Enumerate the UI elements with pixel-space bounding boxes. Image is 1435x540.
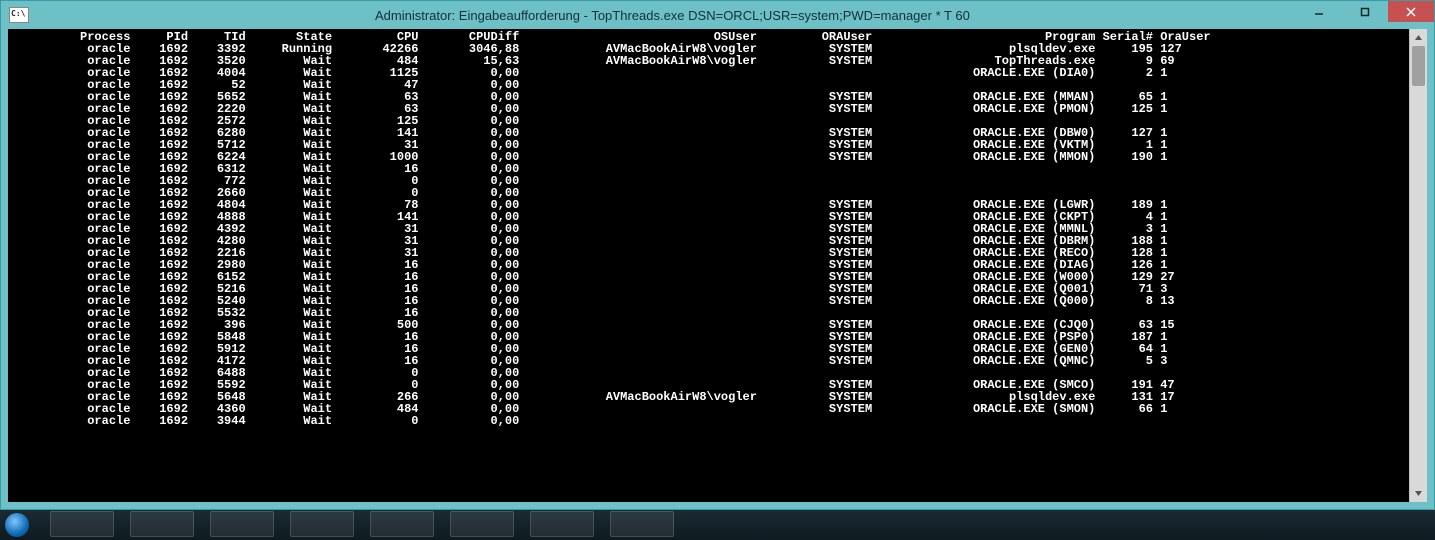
maximize-button[interactable] bbox=[1342, 1, 1388, 22]
taskbar-item[interactable] bbox=[370, 511, 434, 537]
start-button[interactable] bbox=[5, 513, 29, 537]
table-row: oracle 1692 3944 Wait 0 0,00 bbox=[8, 415, 1409, 427]
scroll-thumb[interactable] bbox=[1412, 46, 1425, 86]
taskbar-item[interactable] bbox=[610, 511, 674, 537]
chevron-up-icon bbox=[1414, 33, 1423, 42]
taskbar-item[interactable] bbox=[210, 511, 274, 537]
close-button[interactable] bbox=[1388, 1, 1434, 22]
minimize-button[interactable] bbox=[1296, 1, 1342, 22]
window-title: Administrator: Eingabeaufforderung - Top… bbox=[375, 8, 970, 23]
window-buttons bbox=[1296, 1, 1434, 22]
terminal-output[interactable]: Process PId TId State CPU CPUDiff OSUser… bbox=[8, 29, 1409, 502]
taskbar-item[interactable] bbox=[50, 511, 114, 537]
taskbar-item[interactable] bbox=[450, 511, 514, 537]
minimize-icon bbox=[1314, 7, 1324, 17]
close-icon bbox=[1406, 7, 1416, 17]
scroll-down-button[interactable] bbox=[1410, 485, 1427, 502]
titlebar[interactable]: Administrator: Eingabeaufforderung - Top… bbox=[1, 1, 1434, 29]
scroll-up-button[interactable] bbox=[1410, 29, 1427, 46]
taskbar-item[interactable] bbox=[290, 511, 354, 537]
taskbar[interactable] bbox=[0, 510, 1435, 540]
client-area: Process PId TId State CPU CPUDiff OSUser… bbox=[8, 29, 1427, 502]
cmd-icon bbox=[9, 7, 29, 23]
console-window: Administrator: Eingabeaufforderung - Top… bbox=[0, 0, 1435, 510]
taskbar-item[interactable] bbox=[130, 511, 194, 537]
taskbar-item[interactable] bbox=[530, 511, 594, 537]
chevron-down-icon bbox=[1414, 489, 1423, 498]
vertical-scrollbar[interactable] bbox=[1409, 29, 1427, 502]
maximize-icon bbox=[1360, 7, 1370, 17]
